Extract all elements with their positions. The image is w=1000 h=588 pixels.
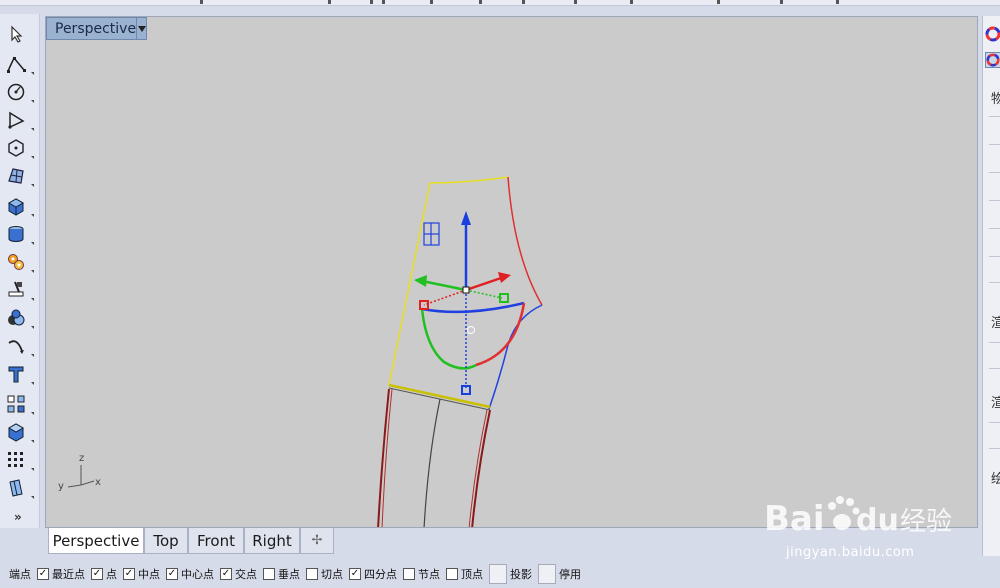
tab-perspective[interactable]: Perspective [48, 528, 144, 554]
watermark-url: jingyan.baidu.com [786, 545, 915, 560]
osnap-disable-label: 停用 [559, 568, 581, 581]
viewport-title[interactable]: Perspective [47, 21, 136, 37]
checkbox-unchecked[interactable] [446, 568, 458, 580]
pocket-left-curve [420, 308, 477, 370]
surface-top-edge [429, 176, 509, 184]
color-wheel-selected-icon[interactable] [985, 52, 1000, 68]
osnap-vertex-label: 顶点 [461, 568, 483, 581]
axis-indicator [67, 465, 95, 488]
osnap-center-label: 中心点 [181, 568, 214, 581]
properties-panel: 物 渲 渲 绘 [982, 16, 1000, 556]
watermark-cn: 经验 [900, 507, 952, 537]
checkbox-checked[interactable]: ✓ [37, 568, 49, 580]
array-grid-icon[interactable] [4, 448, 34, 472]
panel-label-render-1: 渲 [991, 316, 1000, 331]
osnap-center[interactable]: ✓ 中心点 [166, 566, 214, 582]
gumball-widget [414, 211, 511, 395]
osnap-quadrant[interactable]: ✓ 四分点 [349, 566, 397, 582]
osnap-perpendicular[interactable]: 垂点 [263, 566, 300, 582]
checkbox-unchecked[interactable] [263, 568, 275, 580]
osnap-project-label: 投影 [510, 568, 532, 581]
paw-icon [828, 496, 860, 530]
tab-top[interactable]: Top [144, 528, 188, 554]
add-viewport-tab-icon[interactable]: ✢ [300, 528, 334, 554]
project-toggle[interactable] [489, 564, 507, 584]
osnap-mid-label: 中点 [138, 568, 160, 581]
osnap-intersection[interactable]: ✓ 交点 [220, 566, 257, 582]
osnap-tangent-label: 切点 [321, 568, 343, 581]
polyline-icon[interactable] [4, 52, 34, 76]
osnap-mid[interactable]: ✓ 中点 [123, 566, 160, 582]
disable-toggle[interactable] [538, 564, 556, 584]
chevron-down-icon[interactable] [136, 18, 146, 39]
checkbox-checked[interactable]: ✓ [166, 568, 178, 580]
osnap-intersection-label: 交点 [235, 568, 257, 581]
left-toolbar: » [0, 14, 40, 528]
top-toolbar-strip [0, 0, 1000, 6]
checkbox-unchecked[interactable] [403, 568, 415, 580]
surface-icon[interactable] [4, 164, 34, 188]
panel-label-object: 物 [991, 92, 1000, 107]
watermark-brand: Bai [764, 499, 825, 539]
osnap-project[interactable]: 投影 [489, 564, 532, 584]
axis-y-label: y [58, 481, 64, 492]
osnap-vertex[interactable]: 顶点 [446, 566, 483, 582]
panel-label-draw: 绘 [991, 472, 1000, 487]
osnap-point[interactable]: ✓ 点 [91, 566, 117, 582]
cylinder-icon[interactable] [4, 222, 34, 246]
select-arrow-icon[interactable] [4, 22, 28, 46]
osnap-end-label: 端点 [9, 568, 31, 581]
axis-x-label: x [95, 477, 101, 488]
osnap-disable[interactable]: 停用 [538, 564, 581, 584]
tab-right[interactable]: Right [244, 528, 300, 554]
osnap-bar: ✓ 端点 ✓ 最近点 ✓ 点 ✓ 中点 ✓ 中心点 ✓ 交点 垂点 切点 ✓ 四… [0, 560, 1000, 588]
trim-icon[interactable] [4, 278, 34, 302]
pocket-top-curve [421, 301, 525, 314]
osnap-tangent[interactable]: 切点 [306, 566, 343, 582]
surface-blue-edge [488, 304, 543, 410]
panel-label-render-2: 渲 [991, 396, 1000, 411]
polygon-icon[interactable] [4, 136, 34, 160]
osnap-knot[interactable]: 节点 [403, 566, 440, 582]
osnap-near[interactable]: ✓ 最近点 [37, 566, 85, 582]
boolean-icon[interactable] [4, 306, 34, 330]
solid-box-icon[interactable] [4, 420, 34, 444]
color-wheel-icon[interactable] [985, 26, 1000, 42]
viewport-scene[interactable]: z x y [46, 17, 978, 528]
axis-z-label: z [79, 453, 84, 464]
group-icon[interactable] [4, 392, 34, 416]
checkbox-checked[interactable]: ✓ [123, 568, 135, 580]
box-solid-icon[interactable] [4, 194, 34, 218]
osnap-quadrant-label: 四分点 [364, 568, 397, 581]
osnap-knot-label: 节点 [418, 568, 440, 581]
surface-right-edge [507, 176, 543, 306]
osnap-near-label: 最近点 [52, 568, 85, 581]
circle-icon[interactable] [4, 80, 34, 104]
tab-front[interactable]: Front [188, 528, 244, 554]
render-icon[interactable] [4, 476, 34, 500]
viewport-title-tab[interactable]: Perspective [46, 17, 147, 40]
arc-icon[interactable] [4, 108, 34, 132]
text-icon[interactable] [4, 362, 34, 386]
pocket-right-curve [475, 302, 526, 367]
perspective-viewport[interactable]: z x y Perspective [45, 16, 978, 528]
osnap-perpendicular-label: 垂点 [278, 568, 300, 581]
watermark-brand-suffix: du [856, 503, 899, 538]
surface-grid-marker [423, 222, 440, 246]
curve-icon[interactable] [4, 334, 34, 358]
checkbox-checked[interactable]: ✓ [91, 568, 103, 580]
transform-gears-icon[interactable] [4, 250, 34, 274]
checkbox-unchecked[interactable] [306, 568, 318, 580]
osnap-point-label: 点 [106, 568, 117, 581]
checkbox-checked[interactable]: ✓ [220, 568, 232, 580]
checkbox-checked[interactable]: ✓ [349, 568, 361, 580]
toolbar-more-icon[interactable]: » [14, 510, 22, 524]
osnap-end[interactable]: ✓ 端点 [0, 566, 31, 582]
